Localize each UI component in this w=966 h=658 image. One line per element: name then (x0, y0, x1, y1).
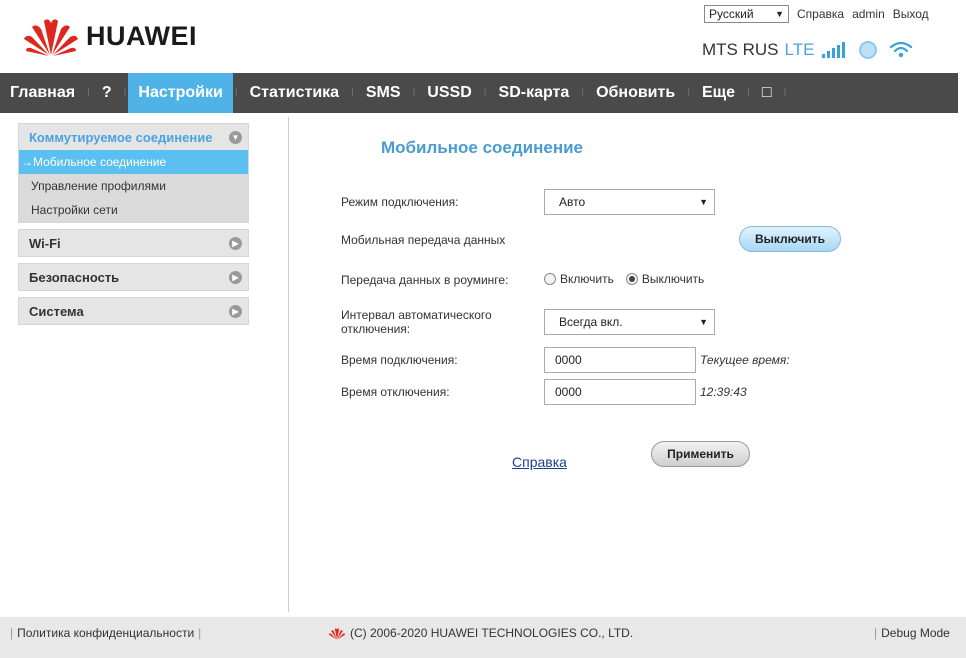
auto-disconnect-value: Всегда вкл. (559, 315, 623, 329)
huawei-petal-icon (24, 19, 78, 56)
chevron-down-icon: ▼ (699, 317, 708, 327)
footer-separator: | (874, 626, 878, 640)
roaming-off-label: Выключить (641, 272, 705, 286)
nav-ussd[interactable]: USSD (417, 73, 481, 113)
nav-statistics[interactable]: Статистика (240, 73, 349, 113)
nav-separator: ⁞ (483, 87, 487, 99)
chevron-down-icon: ▼ (699, 197, 708, 207)
nav-sms[interactable]: SMS (356, 73, 411, 113)
connection-mode-select[interactable]: Авто ▼ (544, 189, 715, 215)
footer-right: | Debug Mode (870, 626, 950, 640)
submenu-dialup: →Мобильное соединение Управление профиля… (19, 150, 248, 222)
chevron-down-icon: ▼ (775, 9, 784, 19)
footer-left: | Политика конфиденциальности | (6, 626, 205, 640)
nav-separator: ⁞ (412, 87, 416, 99)
copyright-text: (C) 2006-2020 HUAWEI TECHNOLOGIES CO., L… (350, 626, 634, 640)
menu-head-security[interactable]: Безопасность ▶ (19, 264, 248, 290)
chevron-right-icon: ▶ (229, 304, 242, 318)
menu-head-dialup[interactable]: Коммутируемое соединение ▼ (19, 124, 248, 150)
disconnect-time-label: Время отключения: (341, 385, 450, 399)
user-admin-link[interactable]: admin (852, 7, 885, 21)
sidebar-item-network-settings[interactable]: Настройки сети (19, 198, 248, 222)
nav-separator: ⁞ (783, 87, 787, 99)
nav-settings[interactable]: Настройки (128, 73, 233, 113)
nav-home[interactable]: Главная (0, 73, 85, 113)
debug-mode-link[interactable]: Debug Mode (881, 626, 950, 640)
menu-head-wifi[interactable]: Wi-Fi ▶ (19, 230, 248, 256)
current-time-label: Текущее время: (700, 353, 790, 367)
menu-group-dialup: Коммутируемое соединение ▼ →Мобильное со… (18, 123, 249, 223)
footer-separator: | (198, 626, 202, 640)
footer: | Политика конфиденциальности | (C) 2006-2… (0, 617, 966, 658)
menu-group-system: Система ▶ (18, 297, 249, 325)
connect-time-label: Время подключения: (341, 353, 458, 367)
menu-head-label: Wi-Fi (29, 235, 61, 251)
disconnect-time-input[interactable]: 0000 (544, 379, 696, 405)
status-line: MTS RUS LTE (702, 40, 913, 60)
sidebar-item-mobile-connection[interactable]: →Мобильное соединение (19, 150, 248, 174)
wifi-icon (890, 41, 913, 58)
language-select[interactable]: Русский ▼ (704, 5, 789, 23)
nav-help[interactable]: ? (92, 73, 122, 113)
connection-mode-value: Авто (559, 195, 586, 209)
menu-head-system[interactable]: Система ▶ (19, 298, 248, 324)
header: HUAWEI Русский ▼ Справка admin Выход MTS… (0, 0, 966, 73)
huawei-petal-icon (328, 627, 346, 639)
privacy-policy-link[interactable]: Политика конфиденциальности (17, 626, 194, 640)
chevron-right-icon: ▶ (229, 236, 242, 250)
sidebar-item-profile-management[interactable]: Управление профилями (19, 174, 248, 198)
nav-extra[interactable]: □ (752, 73, 782, 113)
chevron-right-icon: ▶ (229, 270, 242, 284)
nav-update[interactable]: Обновить (586, 73, 685, 113)
nav-separator: ⁞ (234, 87, 238, 99)
nav-separator: ⁞ (351, 87, 354, 99)
roaming-label: Передача данных в роуминге: (341, 273, 509, 287)
chevron-down-icon: ▼ (229, 130, 242, 144)
menu-head-label: Коммутируемое соединение (29, 129, 213, 145)
top-links: Справка admin Выход (797, 7, 929, 21)
nav-sd-card[interactable]: SD-карта (489, 73, 580, 113)
network-type: LTE (784, 40, 815, 59)
connect-time-input[interactable]: 0000 (544, 347, 696, 373)
logout-link[interactable]: Выход (893, 7, 929, 21)
nav-more[interactable]: Еще (692, 73, 745, 113)
nav-separator: ⁞ (581, 87, 585, 99)
help-link[interactable]: Справка (512, 454, 567, 470)
mobile-data-label: Мобильная передача данных (341, 233, 506, 247)
globe-icon (859, 41, 878, 59)
mobile-data-toggle-button[interactable]: Выключить (739, 226, 841, 252)
roaming-on-radio[interactable] (544, 273, 556, 285)
nav-separator: ⁞ (747, 87, 750, 99)
sidebar: Коммутируемое соединение ▼ →Мобильное со… (18, 123, 249, 331)
main-nav: Главная ⁞ ? ⁞ Настройки ⁞ Статистика ⁞ S… (0, 73, 958, 113)
apply-button[interactable]: Применить (651, 441, 750, 467)
roaming-radio-group: Включить Выключить (544, 272, 704, 286)
auto-disconnect-label-line2: отключения: (341, 322, 411, 336)
menu-group-security: Безопасность ▶ (18, 263, 249, 291)
roaming-on-label: Включить (560, 272, 614, 286)
menu-head-label: Безопасность (29, 269, 120, 285)
huawei-logo[interactable]: HUAWEI (22, 15, 197, 57)
brand-name: HUAWEI (86, 20, 197, 51)
roaming-off-radio[interactable] (625, 273, 638, 285)
auto-disconnect-label-line1: Интервал автоматического (341, 308, 492, 322)
connection-mode-label: Режим подключения: (341, 195, 459, 209)
page-title: Мобильное соединение (381, 138, 584, 157)
language-value: Русский (709, 7, 754, 21)
operator-name: MTS RUS (702, 40, 779, 59)
help-top-link[interactable]: Справка (797, 7, 844, 21)
current-time-value: 12:39:43 (700, 385, 747, 399)
content-divider (288, 117, 289, 612)
signal-strength-icon (822, 42, 846, 58)
menu-head-label: Система (29, 303, 84, 319)
footer-copyright-block: (C) 2006-2020 HUAWEI TECHNOLOGIES CO., L… (328, 626, 633, 640)
nav-separator: ⁞ (687, 87, 690, 99)
nav-separator: ⁞ (123, 87, 127, 99)
auto-disconnect-select[interactable]: Всегда вкл. ▼ (544, 309, 715, 335)
nav-separator: ⁞ (87, 87, 90, 99)
footer-separator: | (10, 626, 14, 640)
menu-group-wifi: Wi-Fi ▶ (18, 229, 249, 257)
